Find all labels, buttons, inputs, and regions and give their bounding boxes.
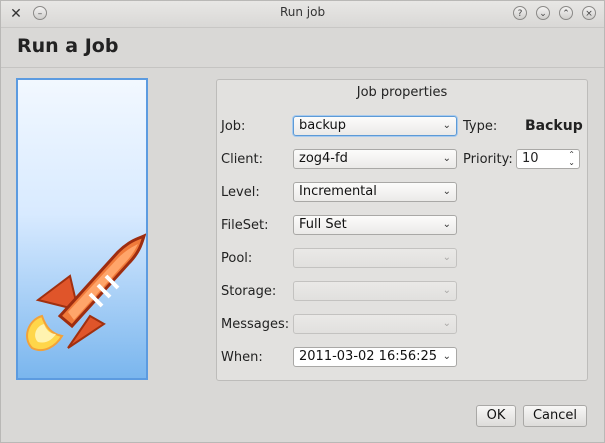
storage-combo[interactable]: ⌄ (293, 281, 457, 301)
help-icon[interactable]: ? (513, 6, 527, 20)
minimize-icon[interactable]: ⌄ (536, 6, 550, 20)
when-value: 2011-03-02 16:56:25 (299, 349, 438, 364)
storage-label: Storage: (221, 284, 277, 299)
messages-label: Messages: (221, 317, 290, 332)
when-label: When: (221, 350, 263, 365)
rocket-image (16, 78, 148, 380)
pool-combo[interactable]: ⌄ (293, 248, 457, 268)
client-combo[interactable]: zog4-fd ⌄ (293, 149, 457, 169)
divider (1, 67, 604, 68)
priority-value: 10 (522, 151, 539, 166)
type-value: Backup (525, 118, 583, 134)
group-title: Job properties (356, 85, 448, 100)
level-combo[interactable]: Incremental ⌄ (293, 182, 457, 202)
page-heading: Run a Job (17, 35, 119, 57)
level-value: Incremental (299, 184, 377, 199)
rocket-icon (26, 233, 146, 352)
title-bar: ✕ – Run job ? ⌄ ⌃ × (1, 1, 604, 28)
spin-arrows-icon[interactable]: ⌃ ⌄ (568, 151, 575, 167)
chevron-down-icon: ⌄ (442, 186, 451, 197)
run-job-window: ✕ – Run job ? ⌄ ⌃ × Run a Job Job proper… (0, 0, 605, 443)
messages-combo[interactable]: ⌄ (293, 314, 457, 334)
chevron-down-icon: ⌄ (442, 318, 451, 329)
when-datetime[interactable]: 2011-03-02 16:56:25 ⌄ (293, 347, 457, 367)
close-icon[interactable]: × (582, 6, 596, 20)
job-combo[interactable]: backup ⌄ (293, 116, 457, 136)
chevron-down-icon: ⌄ (442, 285, 451, 296)
chevron-down-icon: ⌄ (442, 219, 451, 230)
client-value: zog4-fd (299, 151, 348, 166)
level-label: Level: (221, 185, 260, 200)
job-label: Job: (221, 119, 246, 134)
pool-label: Pool: (221, 251, 253, 266)
type-label: Type: (463, 119, 498, 134)
chevron-down-icon: ⌄ (442, 153, 451, 164)
priority-label: Priority: (463, 152, 513, 167)
chevron-down-icon: ⌄ (442, 351, 451, 362)
ok-button[interactable]: OK (476, 405, 516, 427)
fileset-label: FileSet: (221, 218, 269, 233)
chevron-down-icon: ⌄ (442, 252, 451, 263)
chevron-down-icon: ⌄ (442, 120, 451, 131)
client-label: Client: (221, 152, 264, 167)
priority-spinbox[interactable]: 10 ⌃ ⌄ (516, 149, 580, 169)
cancel-button[interactable]: Cancel (523, 405, 587, 427)
fileset-combo[interactable]: Full Set ⌄ (293, 215, 457, 235)
job-value: backup (299, 118, 346, 133)
fileset-value: Full Set (299, 217, 347, 232)
job-properties-group: Job properties Job: backup ⌄ Type: Backu… (216, 79, 588, 381)
maximize-icon[interactable]: ⌃ (559, 6, 573, 20)
